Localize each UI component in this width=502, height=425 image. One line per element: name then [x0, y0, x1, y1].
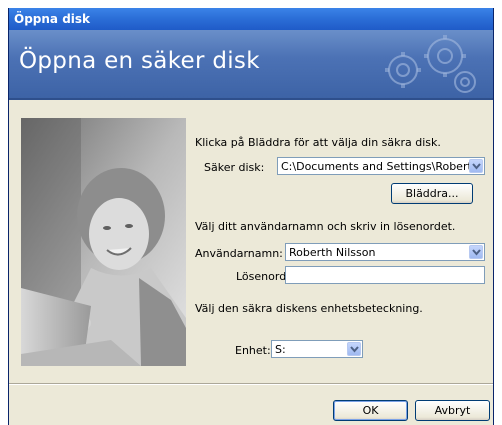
- header-banner: Öppna en säker disk: [9, 30, 493, 100]
- banner-heading: Öppna en säker disk: [19, 48, 260, 74]
- username-label: Användarnamn:: [195, 247, 283, 260]
- footer-divider: [9, 383, 493, 385]
- window-title: Öppna disk: [14, 12, 91, 26]
- password-field[interactable]: [285, 266, 485, 284]
- user-photo: [21, 118, 186, 366]
- dialog-window: Öppna disk Öppna en säker disk Klicka på…: [8, 8, 494, 425]
- password-label: Lösenord:: [236, 270, 290, 283]
- browse-button[interactable]: Bläddra...: [391, 183, 473, 204]
- drive-select[interactable]: S:: [271, 340, 363, 358]
- gears-icon: [385, 35, 476, 93]
- drive-select-value: S:: [275, 343, 286, 356]
- disk-label: Säker disk:: [204, 161, 265, 174]
- chevron-down-icon: [472, 249, 481, 256]
- ok-button[interactable]: OK: [333, 400, 408, 421]
- disk-dropdown-button[interactable]: [469, 159, 483, 173]
- chevron-down-icon: [350, 346, 359, 353]
- disk-instruction: Klicka på Bläddra för att välja din säkr…: [195, 136, 441, 149]
- cancel-button[interactable]: Avbryt: [415, 400, 490, 421]
- drive-instruction: Välj den säkra diskens enhetsbeteckning.: [195, 302, 423, 315]
- photo-illustration: [21, 118, 186, 366]
- disk-select-value: C:\Documents and Settings\Roberth: [281, 160, 479, 173]
- title-bar[interactable]: Öppna disk: [9, 8, 493, 30]
- username-select[interactable]: Roberth Nilsson: [285, 243, 485, 261]
- drive-dropdown-button[interactable]: [347, 342, 361, 356]
- drive-label: Enhet:: [235, 344, 271, 357]
- user-instruction: Välj ditt användarnamn och skriv in löse…: [195, 220, 456, 233]
- chevron-down-icon: [472, 163, 481, 170]
- username-dropdown-button[interactable]: [469, 245, 483, 259]
- username-select-value: Roberth Nilsson: [289, 246, 376, 259]
- disk-select[interactable]: C:\Documents and Settings\Roberth: [277, 157, 485, 175]
